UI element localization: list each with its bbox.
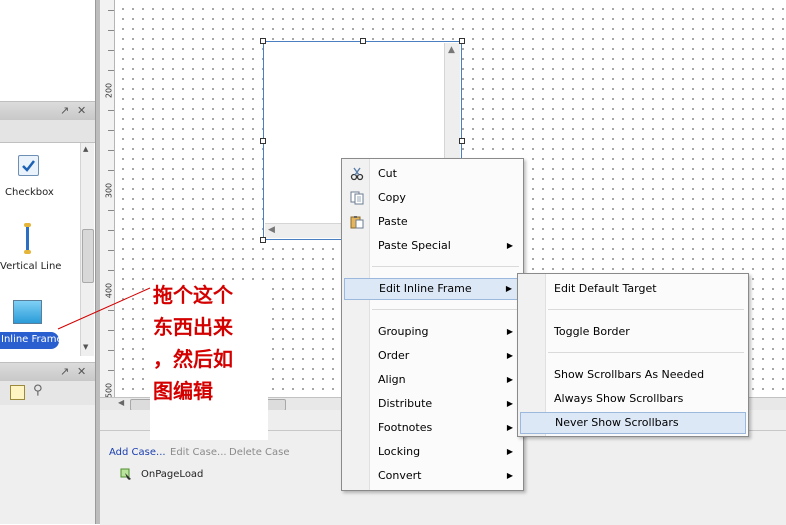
magnifier-icon[interactable]: ⚲	[33, 383, 43, 398]
pin-icon[interactable]: ↗	[60, 364, 69, 380]
resize-handle[interactable]	[260, 138, 266, 144]
widget-label-vertical-line[interactable]: Vertical Line	[0, 261, 61, 272]
ruler-label: 300	[104, 182, 114, 199]
submenu-arrow-icon: ▶	[506, 423, 513, 432]
paste-icon	[350, 215, 364, 229]
copy-icon	[350, 191, 364, 205]
menu-item-copy[interactable]: Copy	[344, 187, 521, 209]
menu-item-distribute[interactable]: Distribute ▶	[344, 393, 521, 415]
widget-panel-toolbar	[0, 120, 95, 143]
delete-case-link[interactable]: Delete Case	[229, 447, 290, 458]
menu-item-toggle-border[interactable]: Toggle Border	[520, 321, 746, 343]
inline-frame-icon[interactable]	[13, 300, 42, 324]
widget-label-inline-frame[interactable]: Inline Frame	[1, 334, 63, 345]
scroll-up-icon: ▲	[448, 45, 455, 55]
menu-item-grouping[interactable]: Grouping ▶	[344, 321, 521, 343]
line-endpoint-icon	[24, 223, 31, 227]
scrollbar-thumb[interactable]	[82, 229, 94, 283]
vertical-line-icon[interactable]	[26, 225, 29, 253]
context-menu: Cut Copy Paste Paste Special ▶ Edit Inli…	[341, 158, 524, 491]
annotation-line: 东西出来	[153, 315, 233, 339]
menu-item-edit-default-target[interactable]: Edit Default Target	[520, 278, 746, 300]
scroll-down-icon: ▼	[83, 343, 89, 351]
line-endpoint-icon	[24, 250, 31, 254]
bottom-panel-header: ↗ ✕	[0, 362, 95, 382]
resize-handle[interactable]	[459, 38, 465, 44]
widget-library-panel: ↗ ✕ Checkbox Vertical Line Inline Frame …	[0, 0, 95, 524]
scroll-left-icon: ◀	[268, 225, 275, 235]
resize-handle[interactable]	[459, 138, 465, 144]
menu-item-order[interactable]: Order ▶	[344, 345, 521, 367]
menu-item-convert[interactable]: Convert ▶	[344, 465, 521, 487]
vertical-ruler: 200 300 400 500	[100, 0, 115, 398]
event-onpageload[interactable]: OnPageLoad	[141, 469, 203, 480]
inline-frame-submenu: Edit Default Target Toggle Border Show S…	[517, 273, 749, 437]
scroll-up-icon: ▲	[83, 145, 89, 153]
resize-handle[interactable]	[260, 38, 266, 44]
resize-handle[interactable]	[260, 237, 266, 243]
submenu-arrow-icon: ▶	[506, 327, 513, 336]
menu-item-footnotes[interactable]: Footnotes ▶	[344, 417, 521, 439]
checkbox-icon[interactable]	[18, 155, 39, 176]
menu-item-always-show-scrollbars[interactable]: Always Show Scrollbars	[520, 388, 746, 410]
menu-item-show-scrollbars-as-needed[interactable]: Show Scrollbars As Needed	[520, 364, 746, 386]
annotation-line: ，然后如	[153, 347, 233, 371]
bottom-panel-toolbar: ⚲	[0, 381, 95, 406]
submenu-arrow-icon: ▶	[506, 471, 513, 480]
submenu-arrow-icon: ▶	[506, 447, 513, 456]
menu-item-paste-special[interactable]: Paste Special ▶	[344, 235, 521, 257]
submenu-arrow-icon: ▶	[506, 351, 513, 360]
event-icon	[120, 468, 133, 481]
close-icon[interactable]: ✕	[77, 364, 86, 380]
menu-item-align[interactable]: Align ▶	[344, 369, 521, 391]
edit-page-icon[interactable]	[10, 385, 25, 400]
submenu-arrow-icon: ▶	[506, 375, 513, 384]
ruler-label: 200	[104, 82, 114, 99]
menu-item-paste[interactable]: Paste	[344, 211, 521, 233]
resize-handle[interactable]	[360, 38, 366, 44]
add-case-link[interactable]: Add Case...	[109, 447, 166, 458]
widget-label-checkbox[interactable]: Checkbox	[5, 187, 54, 198]
widget-panel-header: ↗ ✕	[0, 101, 95, 121]
annotation-line: 拖个这个	[153, 283, 233, 307]
scissors-icon	[350, 167, 364, 181]
menu-item-cut[interactable]: Cut	[344, 163, 521, 185]
submenu-arrow-icon: ▶	[506, 241, 513, 250]
menu-item-never-show-scrollbars[interactable]: Never Show Scrollbars	[520, 412, 746, 434]
menu-item-locking[interactable]: Locking ▶	[344, 441, 521, 463]
pin-icon[interactable]: ↗	[60, 103, 69, 119]
scroll-left-icon: ◀	[118, 398, 125, 407]
annotation-pointer-line	[57, 287, 151, 330]
submenu-arrow-icon: ▶	[506, 399, 513, 408]
menu-item-edit-inline-frame[interactable]: Edit Inline Frame ▶	[344, 278, 521, 300]
submenu-arrow-icon: ▶	[505, 284, 512, 293]
bottom-panel-body	[0, 405, 95, 524]
edit-case-link[interactable]: Edit Case...	[170, 447, 227, 458]
close-icon[interactable]: ✕	[77, 103, 86, 119]
annotation-line: 图编辑	[153, 379, 213, 403]
